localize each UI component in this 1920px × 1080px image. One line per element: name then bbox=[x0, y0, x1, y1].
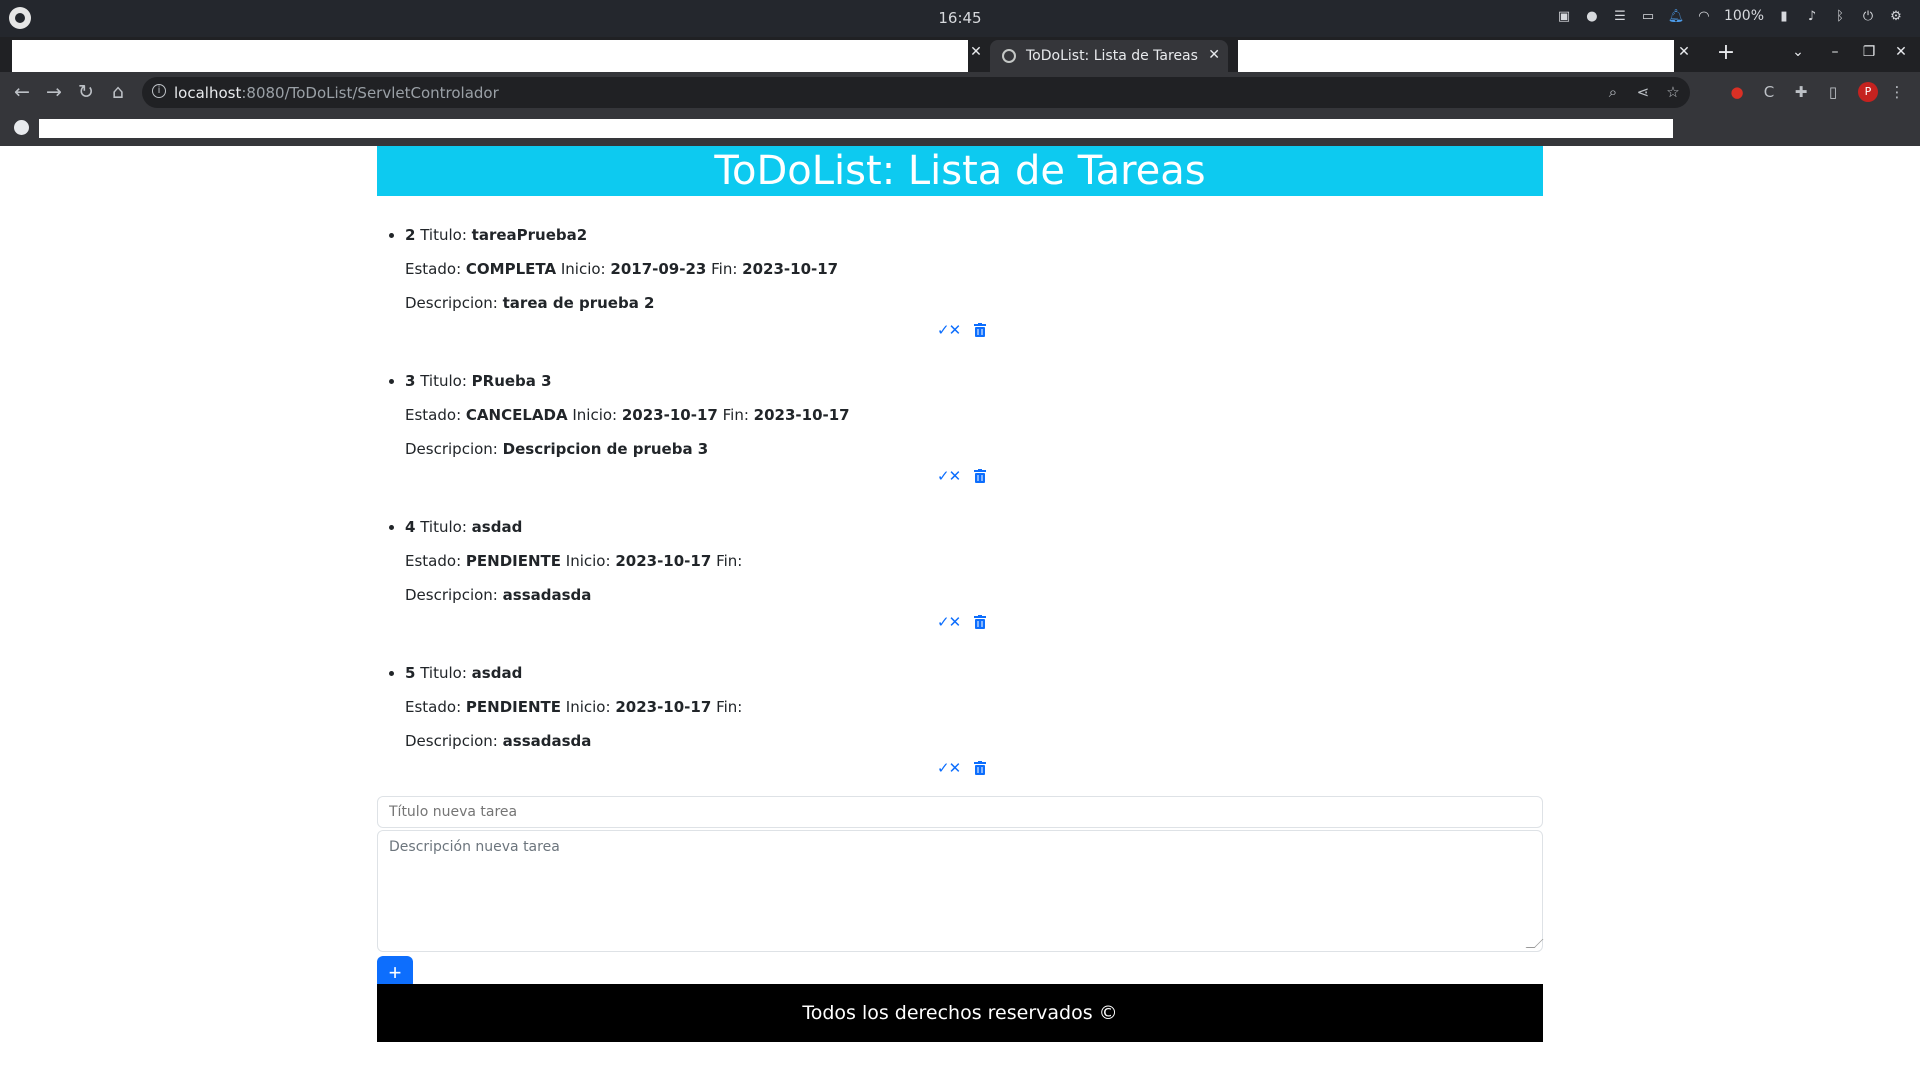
extensions-puzzle-icon[interactable]: ✚ bbox=[1792, 83, 1810, 101]
status-dot-icon[interactable]: ● bbox=[1584, 8, 1600, 24]
window-close-icon[interactable]: ✕ bbox=[1889, 44, 1913, 60]
task-actions: ✓✕ bbox=[937, 321, 987, 339]
wifi-icon[interactable]: ◠ bbox=[1696, 8, 1712, 24]
task-status-line: Estado: CANCELADA Inicio: 2023-10-17 Fin… bbox=[405, 406, 850, 424]
task-description-line: Descripcion: tarea de prueba 2 bbox=[405, 294, 655, 312]
tab-search-chevron-icon[interactable]: ⌄ bbox=[1786, 44, 1810, 60]
globe-icon bbox=[1002, 49, 1016, 63]
extension-stop-icon[interactable]: ● bbox=[1728, 83, 1746, 101]
bookmark-star-icon[interactable]: ☆ bbox=[1664, 83, 1682, 101]
tab-redacted-2[interactable] bbox=[1238, 40, 1674, 72]
new-task-description-textarea[interactable]: Descripción nueva tarea bbox=[377, 830, 1544, 952]
url-text[interactable]: localhost:8080/ToDoList/ServletControlad… bbox=[174, 84, 499, 102]
task-title-line: 4 Titulo: asdad bbox=[405, 518, 523, 536]
bluetooth-icon[interactable]: ᛒ bbox=[1832, 8, 1848, 24]
menu-lines-icon[interactable]: ☰ bbox=[1612, 8, 1628, 24]
tab-strip: ✕ ToDoList: Lista de Tareas ✕ ✕ bbox=[0, 37, 1920, 72]
task-item: 2 Titulo: tareaPrueba2 Estado: COMPLETA … bbox=[377, 226, 1543, 356]
reload-icon[interactable]: ↻ bbox=[74, 80, 98, 104]
zoom-icon[interactable]: ⌕ bbox=[1604, 83, 1622, 101]
volume-icon[interactable]: ♪ bbox=[1804, 8, 1820, 24]
task-status-line: Estado: COMPLETA Inicio: 2017-09-23 Fin:… bbox=[405, 260, 839, 278]
task-status-line: Estado: PENDIENTE Inicio: 2023-10-17 Fin… bbox=[405, 552, 743, 570]
task-item: 5 Titulo: asdad Estado: PENDIENTE Inicio… bbox=[377, 664, 1543, 794]
task-status-line: Estado: PENDIENTE Inicio: 2023-10-17 Fin… bbox=[405, 698, 743, 716]
new-task-title-input[interactable] bbox=[377, 796, 1543, 828]
delete-trash-icon[interactable] bbox=[974, 469, 987, 483]
delete-trash-icon[interactable] bbox=[974, 761, 987, 775]
toggle-state-check-x-icon[interactable]: ✓✕ bbox=[937, 613, 961, 631]
battery-icon[interactable]: ▮ bbox=[1776, 8, 1792, 24]
tab-close-icon[interactable]: ✕ bbox=[1208, 47, 1220, 63]
task-title-line: 3 Titulo: PRueba 3 bbox=[405, 372, 552, 390]
resize-grip-icon[interactable] bbox=[1525, 939, 1544, 948]
task-description-line: Descripcion: Descripcion de prueba 3 bbox=[405, 440, 709, 458]
address-bar[interactable]: i localhost:8080/ToDoList/ServletControl… bbox=[142, 77, 1690, 108]
side-panel-icon[interactable]: ▯ bbox=[1824, 83, 1842, 101]
bookmarks-bar bbox=[0, 112, 1920, 146]
page-footer: Todos los derechos reservados © bbox=[377, 984, 1543, 1042]
main-container: ToDoList: Lista de Tareas 2 Titulo: tare… bbox=[377, 146, 1543, 777]
folder-icon[interactable]: ▭ bbox=[1640, 8, 1656, 24]
list-bullet bbox=[389, 671, 394, 676]
task-actions: ✓✕ bbox=[937, 759, 987, 777]
page-title: ToDoList: Lista de Tareas bbox=[377, 146, 1543, 196]
tab-active[interactable]: ToDoList: Lista de Tareas ✕ bbox=[990, 40, 1228, 72]
task-title-line: 2 Titulo: tareaPrueba2 bbox=[405, 226, 588, 244]
globe-icon[interactable] bbox=[14, 120, 29, 135]
browser-menu-icon[interactable]: ⋮ bbox=[1888, 83, 1906, 101]
tab-redacted-1[interactable] bbox=[12, 40, 968, 72]
toggle-state-check-x-icon[interactable]: ✓✕ bbox=[937, 321, 961, 339]
share-icon[interactable]: ⋖ bbox=[1634, 83, 1652, 101]
notification-bell-icon[interactable]: 🔔︎ bbox=[1668, 8, 1685, 24]
back-arrow-icon[interactable]: ← bbox=[10, 80, 34, 104]
description-placeholder: Descripción nueva tarea bbox=[389, 839, 560, 855]
os-top-bar: 16:45 ▣ ● ☰ ▭ 🔔︎ ◠ 100% ▮ ♪ ᛒ ⏻ ⚙ bbox=[0, 0, 1920, 37]
tab-close-icon[interactable]: ✕ bbox=[1672, 44, 1696, 60]
web-page: ToDoList: Lista de Tareas 2 Titulo: tare… bbox=[0, 146, 1920, 1080]
toggle-state-check-x-icon[interactable]: ✓✕ bbox=[937, 467, 961, 485]
list-bullet bbox=[389, 233, 394, 238]
restore-icon[interactable]: ❐ bbox=[1857, 44, 1881, 60]
home-icon[interactable]: ⌂ bbox=[106, 80, 130, 104]
minimize-icon[interactable]: – bbox=[1823, 44, 1847, 60]
forward-arrow-icon[interactable]: → bbox=[42, 80, 66, 104]
task-title-line: 5 Titulo: asdad bbox=[405, 664, 523, 682]
task-description-line: Descripcion: assadasda bbox=[405, 732, 592, 750]
tab-close-icon[interactable]: ✕ bbox=[964, 44, 988, 60]
tab-title: ToDoList: Lista de Tareas bbox=[1026, 48, 1198, 64]
new-tab-button[interactable]: + bbox=[1712, 40, 1740, 68]
bookmark-redacted[interactable] bbox=[39, 119, 1673, 138]
task-actions: ✓✕ bbox=[937, 467, 987, 485]
settings-icon[interactable]: ⚙ bbox=[1888, 8, 1904, 24]
delete-trash-icon[interactable] bbox=[974, 615, 987, 629]
delete-trash-icon[interactable] bbox=[974, 323, 987, 337]
extension-c-icon[interactable]: C bbox=[1760, 83, 1778, 101]
gpu-icon[interactable]: ▣ bbox=[1556, 8, 1572, 24]
site-info-icon[interactable]: i bbox=[152, 84, 166, 98]
list-bullet bbox=[389, 379, 394, 384]
task-item: 3 Titulo: PRueba 3 Estado: CANCELADA Ini… bbox=[377, 372, 1543, 502]
task-description-line: Descripcion: assadasda bbox=[405, 586, 592, 604]
profile-avatar[interactable]: P bbox=[1858, 82, 1878, 102]
task-item: 4 Titulo: asdad Estado: PENDIENTE Inicio… bbox=[377, 518, 1543, 648]
toggle-state-check-x-icon[interactable]: ✓✕ bbox=[937, 759, 961, 777]
list-bullet bbox=[389, 525, 394, 530]
system-tray: ▣ ● ☰ ▭ 🔔︎ ◠ 100% ▮ ♪ ᛒ ⏻ ⚙ bbox=[1556, 8, 1904, 24]
power-icon[interactable]: ⏻ bbox=[1860, 8, 1876, 24]
battery-percentage: 100% bbox=[1723, 8, 1764, 24]
task-actions: ✓✕ bbox=[937, 613, 987, 631]
browser-toolbar: ← → ↻ ⌂ i localhost:8080/ToDoList/Servle… bbox=[0, 72, 1920, 112]
